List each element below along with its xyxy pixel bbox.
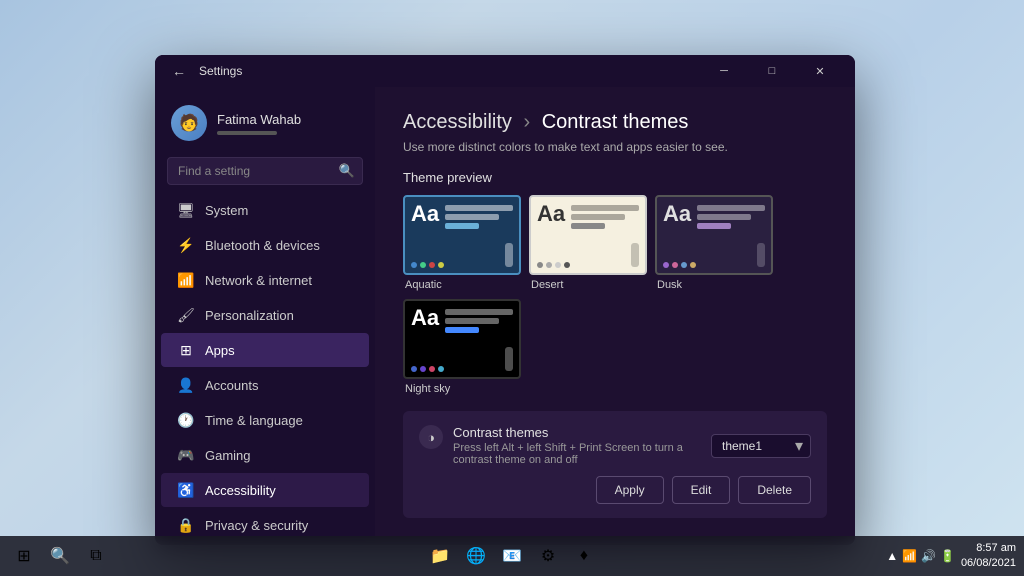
time-display: 8:57 am: [961, 541, 1016, 556]
edit-button[interactable]: Edit: [672, 476, 731, 504]
taskbar-center: 📁 🌐 📧 ⚙ ♦: [424, 540, 600, 572]
sidebar-item-label: System: [205, 203, 248, 218]
close-button[interactable]: ✕: [797, 55, 843, 87]
window-controls: ─ □ ✕: [701, 55, 843, 87]
titlebar: ← Settings ─ □ ✕: [155, 55, 855, 87]
theme-dropdown-wrap: theme1 None Aquatic Desert Dusk Night sk…: [711, 434, 811, 458]
search-input[interactable]: [167, 157, 363, 185]
search-box: 🔍: [167, 157, 363, 185]
arrow-up-icon[interactable]: ▲: [886, 549, 898, 563]
taskbar-icon-file[interactable]: 📁: [424, 540, 456, 572]
start-button[interactable]: ⊞: [8, 540, 40, 572]
breadcrumb-parent: Accessibility: [403, 111, 512, 133]
sidebar-item-label: Apps: [205, 343, 235, 358]
taskview-button[interactable]: ⧉: [80, 540, 112, 572]
date-display: 06/08/2021: [961, 556, 1016, 571]
taskbar-clock[interactable]: 8:57 am 06/08/2021: [961, 541, 1016, 572]
theme-card-nightsky[interactable]: Aa: [403, 299, 521, 395]
sidebar-item-time[interactable]: 🕐 Time & language: [161, 403, 369, 437]
privacy-icon: 🔒: [177, 516, 195, 534]
personalization-icon: 🖌: [177, 306, 195, 324]
bluetooth-icon: ⚡: [177, 236, 195, 254]
taskbar-icon-settings[interactable]: ⚙: [532, 540, 564, 572]
theme-card-desert[interactable]: Aa: [529, 195, 647, 291]
breadcrumb-current: Contrast themes: [542, 111, 689, 133]
contrast-panel-title: Contrast themes: [453, 425, 711, 440]
sidebar-item-gaming[interactable]: 🎮 Gaming: [161, 438, 369, 472]
contrast-panel: ◑ Contrast themes Press left Alt + left …: [403, 411, 827, 518]
back-button[interactable]: ←: [167, 59, 191, 83]
user-subtitle-bar: [217, 131, 277, 135]
accounts-icon: 👤: [177, 376, 195, 394]
speaker-icon[interactable]: 🔊: [921, 549, 936, 563]
taskbar: ⊞ 🔍 ⧉ 📁 🌐 📧 ⚙ ♦ ▲ 📶 🔊 🔋 8:57 am 06/08/20…: [0, 536, 1024, 576]
contrast-icon: ◑: [419, 425, 443, 449]
sys-icons: ▲ 📶 🔊 🔋: [886, 549, 955, 563]
search-taskbar-button[interactable]: 🔍: [44, 540, 76, 572]
delete-button[interactable]: Delete: [738, 476, 811, 504]
sidebar-item-label: Privacy & security: [205, 518, 308, 533]
theme-preview-aquatic: Aa: [403, 195, 521, 275]
sidebar-item-label: Gaming: [205, 448, 251, 463]
sidebar-item-label: Accessibility: [205, 483, 276, 498]
sidebar-item-network[interactable]: 📶 Network & internet: [161, 263, 369, 297]
sidebar-item-personalization[interactable]: 🖌 Personalization: [161, 298, 369, 332]
system-icon: 🖥: [177, 201, 195, 219]
contrast-panel-header: ◑ Contrast themes Press left Alt + left …: [419, 425, 811, 466]
sidebar-item-label: Time & language: [205, 413, 303, 428]
network-status-icon: 📶: [902, 549, 917, 563]
page-subtitle: Use more distinct colors to make text an…: [403, 140, 827, 154]
taskbar-icon-edge[interactable]: 🌐: [460, 540, 492, 572]
battery-icon: 🔋: [940, 549, 955, 563]
time-icon: 🕐: [177, 411, 195, 429]
maximize-button[interactable]: □: [749, 55, 795, 87]
user-section[interactable]: 🧑 Fatima Wahab: [155, 97, 375, 153]
desktop: ← Settings ─ □ ✕ 🧑 Fatima Wahab: [0, 0, 1024, 576]
taskbar-icon-mail[interactable]: 📧: [496, 540, 528, 572]
theme-preview-desert: Aa: [529, 195, 647, 275]
main-content: Accessibility › Contrast themes Use more…: [375, 87, 855, 545]
minimize-button[interactable]: ─: [701, 55, 747, 87]
sidebar-item-label: Accounts: [205, 378, 258, 393]
theme-preview-label: Theme preview: [403, 170, 827, 185]
taskbar-icon-store[interactable]: ♦: [568, 540, 600, 572]
sidebar-item-label: Bluetooth & devices: [205, 238, 320, 253]
theme-card-dusk[interactable]: Aa: [655, 195, 773, 291]
apply-button[interactable]: Apply: [596, 476, 664, 504]
nav-list: 🖥 System ⚡ Bluetooth & devices 📶 Network…: [155, 193, 375, 545]
sidebar-item-apps[interactable]: ⊞ Apps: [161, 333, 369, 367]
sidebar: 🧑 Fatima Wahab 🔍 🖥 System: [155, 87, 375, 545]
sidebar-item-label: Network & internet: [205, 273, 312, 288]
sidebar-item-accessibility[interactable]: ♿ Accessibility: [161, 473, 369, 507]
sidebar-item-label: Personalization: [205, 308, 294, 323]
theme-dropdown[interactable]: theme1 None Aquatic Desert Dusk Night sk…: [711, 434, 811, 458]
breadcrumb: Accessibility › Contrast themes: [403, 111, 827, 134]
sidebar-item-system[interactable]: 🖥 System: [161, 193, 369, 227]
theme-preview-dusk: Aa: [655, 195, 773, 275]
theme-card-aquatic[interactable]: Aa: [403, 195, 521, 291]
sidebar-item-accounts[interactable]: 👤 Accounts: [161, 368, 369, 402]
accessibility-icon: ♿: [177, 481, 195, 499]
theme-grid: Aa: [403, 195, 827, 395]
taskbar-left: ⊞ 🔍 ⧉: [8, 540, 112, 572]
gaming-icon: 🎮: [177, 446, 195, 464]
window-title: Settings: [199, 64, 701, 78]
sidebar-item-bluetooth[interactable]: ⚡ Bluetooth & devices: [161, 228, 369, 262]
theme-name-desert: Desert: [529, 279, 647, 291]
search-icon: 🔍: [339, 163, 355, 179]
settings-window: ← Settings ─ □ ✕ 🧑 Fatima Wahab: [155, 55, 855, 545]
window-body: 🧑 Fatima Wahab 🔍 🖥 System: [155, 87, 855, 545]
contrast-panel-subtitle: Press left Alt + left Shift + Print Scre…: [453, 442, 711, 466]
theme-name-aquatic: Aquatic: [403, 279, 521, 291]
taskbar-right: ▲ 📶 🔊 🔋 8:57 am 06/08/2021: [886, 541, 1016, 572]
avatar: 🧑: [171, 105, 207, 141]
theme-name-nightsky: Night sky: [403, 383, 521, 395]
theme-preview-nightsky: Aa: [403, 299, 521, 379]
user-name: Fatima Wahab: [217, 112, 301, 127]
network-icon: 📶: [177, 271, 195, 289]
apps-icon: ⊞: [177, 341, 195, 359]
contrast-actions: Apply Edit Delete: [419, 476, 811, 504]
page-header: Accessibility › Contrast themes Use more…: [403, 111, 827, 154]
theme-name-dusk: Dusk: [655, 279, 773, 291]
